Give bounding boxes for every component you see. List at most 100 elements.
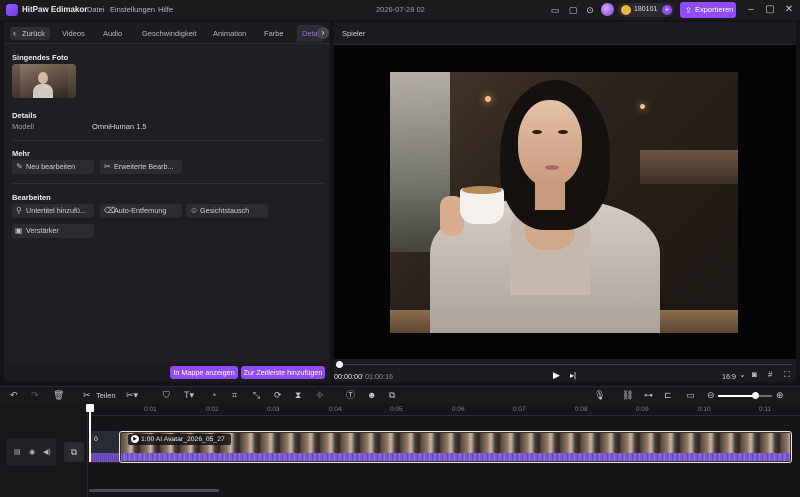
redo-icon[interactable]: ↷ — [31, 390, 39, 400]
eraser-icon: ⌫ — [104, 206, 116, 215]
menu-file[interactable]: Datei — [87, 5, 105, 14]
download-icon[interactable]: ⊙ — [584, 4, 596, 16]
ruler-label: 0:08 — [575, 406, 588, 413]
ghost-clip-waveform — [91, 453, 121, 462]
shield-icon[interactable]: ⛉ — [163, 390, 170, 400]
resize-icon[interactable]: ⤡ — [253, 390, 260, 400]
playback-scrubber[interactable] — [338, 364, 792, 365]
zoom-out-icon[interactable]: ⊖ — [707, 390, 715, 400]
export-icon: ⇪ — [685, 6, 692, 15]
more-title: Mehr — [12, 149, 30, 158]
undo-icon[interactable]: ↶ — [10, 390, 18, 400]
add-to-timeline-button[interactable]: Zur Zeitleiste hinzufügen — [241, 366, 325, 379]
text-icon[interactable]: T▾ — [184, 390, 194, 400]
tab-audio[interactable]: Audio — [103, 29, 122, 38]
single-photo-title: Singendes Foto — [12, 53, 69, 62]
player-label: Spieler — [342, 29, 366, 38]
back-button[interactable]: Zurück — [10, 27, 50, 40]
aspect-ratio-select[interactable]: 16:9 — [722, 372, 736, 381]
unlink-icon[interactable]: ⊶ — [644, 390, 653, 400]
ruler-label: 0:10 — [698, 406, 711, 413]
menu-help[interactable]: Hilfe — [158, 5, 173, 14]
face-swap-button[interactable]: Gesichtstausch — [186, 204, 268, 218]
cut-options-icon[interactable]: ✂▾ — [126, 390, 138, 400]
snap-icon[interactable]: ⊏ — [664, 390, 672, 400]
feedback-icon[interactable]: ▢ — [567, 4, 579, 16]
text-box-icon[interactable]: Ⓣ — [346, 390, 355, 400]
stabilize-icon[interactable]: ✥ — [316, 390, 324, 400]
current-time: 00:00:00 — [334, 372, 362, 381]
ruler-label: 0:07 — [513, 406, 526, 413]
next-frame-icon[interactable]: ▸| — [570, 371, 576, 380]
video-lips — [545, 165, 559, 170]
subtitle-icon[interactable]: ▭ — [686, 390, 695, 400]
ghost-clip-label: 0 — [94, 436, 98, 443]
link-icon[interactable]: ⛓ — [622, 390, 633, 400]
snapshot-icon[interactable]: ◙ — [752, 370, 757, 379]
menu-settings[interactable]: Einstellungen — [110, 5, 155, 14]
tabs-next-button[interactable]: › — [317, 27, 329, 39]
maximize-icon[interactable]: ▢ — [763, 3, 777, 17]
chevron-left-icon: ‹ — [13, 28, 16, 38]
tab-speed[interactable]: Geschwindigkeit — [142, 29, 197, 38]
advanced-edit-button[interactable]: Erweiterte Bearb... — [100, 160, 182, 174]
scissors-icon[interactable]: ✂ — [83, 390, 91, 400]
delete-icon[interactable]: 🗑 — [53, 390, 64, 400]
ai-face-icon[interactable]: ☻ — [367, 390, 376, 400]
grid-icon[interactable]: # — [768, 370, 772, 379]
fullscreen-icon[interactable]: ⛶ — [784, 370, 790, 380]
scissors-icon: ✂ — [104, 162, 111, 171]
layout-icon[interactable]: ▭ — [549, 4, 561, 16]
scrubber-handle[interactable] — [336, 361, 343, 368]
crop-icon[interactable]: ⌗ — [232, 390, 237, 400]
clip-label: 1:00 AI Avatar_2026_05_27 — [141, 436, 225, 443]
timeline-toolbar — [0, 386, 800, 404]
chevron-down-icon[interactable]: ⌄ — [739, 370, 746, 379]
eye-icon[interactable]: ◉ — [29, 448, 35, 456]
document-title: 2026-07-28 02 — [376, 5, 425, 14]
tab-color[interactable]: Farbe — [264, 29, 284, 38]
ruler-label: 0:01 — [144, 406, 157, 413]
details-title: Details — [12, 111, 37, 120]
close-icon[interactable]: ✕ — [782, 3, 796, 17]
magic-wand-icon: ⚲ — [16, 206, 22, 215]
zoom-in-icon[interactable]: ⊕ — [776, 390, 784, 400]
add-credits-button[interactable]: + — [662, 5, 672, 15]
ruler-label: 0:06 — [452, 406, 465, 413]
tab-videos[interactable]: Videos — [62, 29, 85, 38]
track-lock-icon[interactable]: ▤ — [14, 448, 21, 456]
avatar[interactable] — [601, 3, 614, 16]
speed-icon[interactable]: ◔ — [211, 390, 216, 400]
timeline-scrollbar[interactable] — [89, 489, 219, 492]
minimize-icon[interactable]: – — [744, 3, 758, 17]
timeline-ruler[interactable] — [89, 404, 800, 416]
playhead[interactable] — [89, 406, 91, 462]
split-button[interactable]: Teilen — [96, 391, 116, 400]
mirror-icon[interactable]: ⧗ — [295, 390, 301, 400]
zoom-slider-handle[interactable] — [751, 392, 759, 399]
thumbnail-face — [38, 72, 48, 84]
playhead-handle[interactable] — [86, 404, 94, 412]
tab-animation[interactable]: Animation — [213, 29, 246, 38]
audio-icon[interactable]: ◀) — [43, 448, 51, 456]
video-shelf — [640, 150, 738, 184]
enhancer-button[interactable]: Verstärker — [12, 224, 94, 238]
add-subtitle-button[interactable]: Untertitel hinzufü... — [12, 204, 94, 218]
show-in-folder-button[interactable]: In Mappe anzeigen — [170, 366, 238, 379]
divider — [12, 140, 324, 141]
edit-title: Bearbeiten — [12, 193, 51, 202]
ruler-label: 0:05 — [390, 406, 403, 413]
model-label: Modell — [12, 122, 35, 131]
ruler-label: 0:02 — [206, 406, 219, 413]
re-edit-button[interactable]: Neu bearbeiten — [12, 160, 94, 174]
logo-icon — [6, 4, 18, 16]
play-icon[interactable]: ▶ — [131, 435, 139, 443]
transcribe-icon[interactable]: ⧉ — [389, 390, 395, 400]
microphone-icon[interactable]: 🎙 — [594, 390, 605, 400]
pencil-icon: ✎ — [16, 162, 23, 171]
rotate-icon[interactable]: ⟳ — [274, 390, 282, 400]
cover-image-button[interactable]: ⧉ — [64, 442, 84, 462]
model-value: OmniHuman 1.5 — [92, 122, 147, 131]
play-icon[interactable]: ▶ — [553, 370, 560, 381]
coin-icon — [621, 5, 631, 15]
